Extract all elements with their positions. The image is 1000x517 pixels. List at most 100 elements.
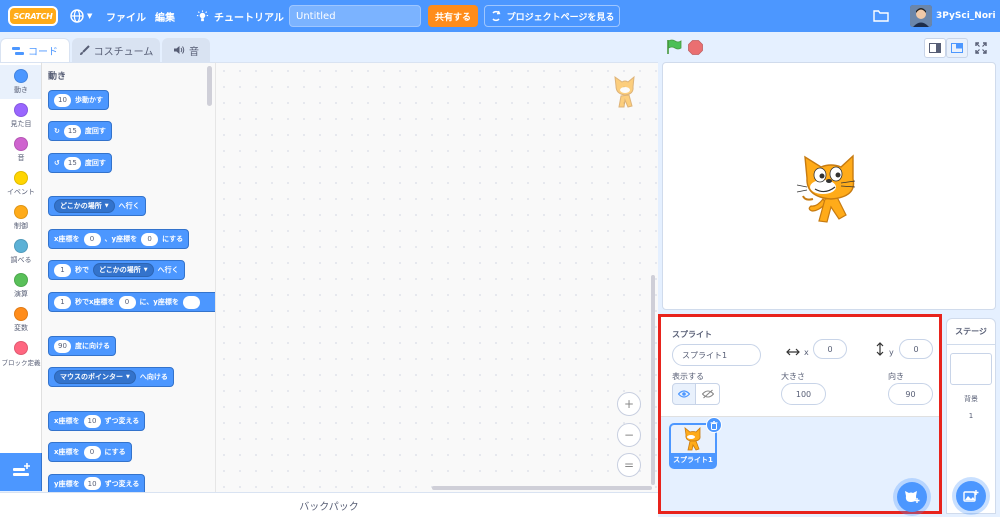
avatar[interactable] [910, 5, 932, 27]
green-flag-icon[interactable] [666, 39, 682, 55]
edit-menu[interactable]: 編集 [155, 0, 175, 32]
backdrop-thumbnail[interactable] [950, 353, 992, 385]
seconds-input[interactable]: 1 [54, 295, 71, 309]
x-input[interactable]: 0 [118, 295, 136, 309]
folder-icon[interactable] [873, 9, 889, 23]
glide-target-dropdown[interactable]: どこかの場所 ▼ [93, 263, 154, 277]
stop-icon[interactable] [688, 40, 703, 55]
tab-sound[interactable]: 音 [162, 38, 210, 62]
category-sensing[interactable]: 調べる [0, 239, 42, 265]
block-text: にする [104, 448, 126, 456]
turn-left-block[interactable]: ↺ 15 度回す [48, 153, 112, 173]
sensing-dot-icon [14, 239, 28, 253]
backpack[interactable]: バックパック [0, 492, 658, 517]
y-input[interactable]: 0 [141, 232, 159, 246]
block-text: 度に向ける [75, 342, 110, 350]
zoom-out-button[interactable]: − [617, 423, 641, 447]
choose-backdrop-button[interactable] [956, 481, 986, 511]
script-vertical-scrollbar[interactable] [651, 275, 655, 485]
share-button[interactable]: 共有する [428, 5, 478, 27]
tutorial-label: チュートリアル [214, 12, 284, 24]
goto-xy-block[interactable]: x座標を 0 、y座標を 0 にする [48, 229, 190, 249]
stage-canvas[interactable] [662, 62, 996, 310]
show-sprite-button[interactable] [672, 383, 696, 405]
hide-sprite-button[interactable] [696, 383, 720, 405]
goto-target-dropdown[interactable]: どこかの場所 ▼ [54, 199, 115, 213]
category-label: 音 [17, 154, 25, 162]
point-towards-block[interactable]: マウスのポインター ▼ へ向ける [48, 367, 174, 387]
category-operators[interactable]: 演算 [0, 273, 42, 299]
y-arrows-icon [876, 342, 884, 356]
degrees-input[interactable]: 15 [63, 156, 81, 170]
delete-sprite-button[interactable] [706, 417, 722, 433]
change-y-block[interactable]: y座標を 10 ずつ変える [48, 474, 146, 492]
size-label: 大きさ [781, 372, 805, 381]
stage-selector[interactable]: ステージ 背景 1 [946, 318, 996, 514]
category-motion[interactable]: 動き [0, 69, 42, 95]
sprite-properties: スプライト スプライト1 x 0 y 0 表示する 大きさ 100 向き 90 [661, 317, 939, 417]
file-menu[interactable]: ファイル [106, 0, 146, 32]
x-input[interactable]: 0 [813, 339, 847, 359]
see-project-page-button[interactable]: プロジェクトページを見る [484, 5, 620, 27]
x-input[interactable]: 0 [83, 232, 101, 246]
sprite-name-input[interactable]: スプライト1 [672, 344, 761, 366]
script-horizontal-scrollbar[interactable] [432, 486, 652, 490]
project-title-input[interactable]: Untitled [289, 5, 421, 27]
glide-to-block[interactable]: 1 秒で どこかの場所 ▼ へ行く [48, 260, 185, 280]
direction-input[interactable]: 90 [888, 383, 933, 405]
towards-target-dropdown[interactable]: マウスのポインター ▼ [54, 370, 136, 384]
large-stage-button[interactable] [946, 38, 968, 58]
block-text: 歩動かす [75, 96, 103, 104]
category-looks[interactable]: 見た目 [0, 103, 42, 129]
fullscreen-button[interactable] [970, 38, 992, 58]
palette-scrollbar[interactable] [207, 66, 212, 106]
y-input[interactable] [182, 295, 200, 309]
tab-code[interactable]: コード [0, 38, 70, 62]
language-menu[interactable]: ▼ [70, 0, 92, 32]
category-variables[interactable]: 変数 [0, 307, 42, 333]
tab-costume[interactable]: コスチューム [72, 38, 160, 62]
fullscreen-icon [975, 42, 987, 54]
turn-right-block[interactable]: ↻ 15 度回す [48, 121, 112, 141]
y-input[interactable]: 0 [899, 339, 933, 359]
move-steps-block[interactable]: 10 歩動かす [48, 90, 109, 110]
set-x-input[interactable]: 0 [83, 445, 101, 459]
zoom-reset-button[interactable]: = [617, 453, 641, 477]
my-blocks-dot-icon [14, 341, 28, 355]
add-extension-button[interactable] [0, 453, 42, 491]
x-arrows-icon [786, 348, 800, 356]
size-input[interactable]: 100 [781, 383, 826, 405]
tutorial-menu[interactable]: チュートリアル [196, 0, 284, 32]
tab-code-label: コード [28, 47, 58, 58]
control-dot-icon [14, 205, 28, 219]
set-x-block[interactable]: x座標を 0 にする [48, 442, 132, 462]
change-x-block[interactable]: x座標を 10 ずつ変える [48, 411, 146, 431]
username-menu[interactable]: 3PySci_Nori ▼ [936, 0, 1000, 32]
change-y-input[interactable]: 10 [83, 477, 101, 490]
block-text: ずつ変える [104, 417, 140, 425]
block-text: にする [162, 235, 184, 243]
zoom-in-button[interactable]: + [617, 392, 641, 416]
steps-input[interactable]: 10 [54, 93, 71, 107]
dropdown-value: どこかの場所 [60, 202, 102, 210]
direction-input[interactable]: 90 [54, 339, 71, 353]
category-sound[interactable]: 音 [0, 137, 42, 163]
category-events[interactable]: イベント [0, 171, 42, 197]
small-stage-button[interactable] [924, 38, 946, 58]
scratch-logo[interactable]: SCRATCH [8, 6, 58, 26]
script-area[interactable] [215, 62, 658, 492]
operators-dot-icon [14, 273, 28, 287]
choose-sprite-button[interactable] [897, 482, 927, 512]
glide-xy-block[interactable]: 1 秒でx座標を 0 に、y座標を [48, 292, 215, 312]
block-text: x座標を [54, 448, 80, 456]
category-label: 見た目 [10, 120, 32, 128]
category-my-blocks[interactable]: ブロック定義 [0, 341, 42, 367]
rotate-left-icon: ↺ [54, 159, 60, 167]
point-direction-block[interactable]: 90 度に向ける [48, 336, 116, 356]
cat-sprite-icon[interactable] [793, 151, 867, 225]
degrees-input[interactable]: 15 [63, 124, 81, 138]
seconds-input[interactable]: 1 [54, 263, 71, 277]
goto-block[interactable]: どこかの場所 ▼ へ行く [48, 196, 146, 216]
change-x-input[interactable]: 10 [83, 414, 101, 428]
category-control[interactable]: 制御 [0, 205, 42, 231]
